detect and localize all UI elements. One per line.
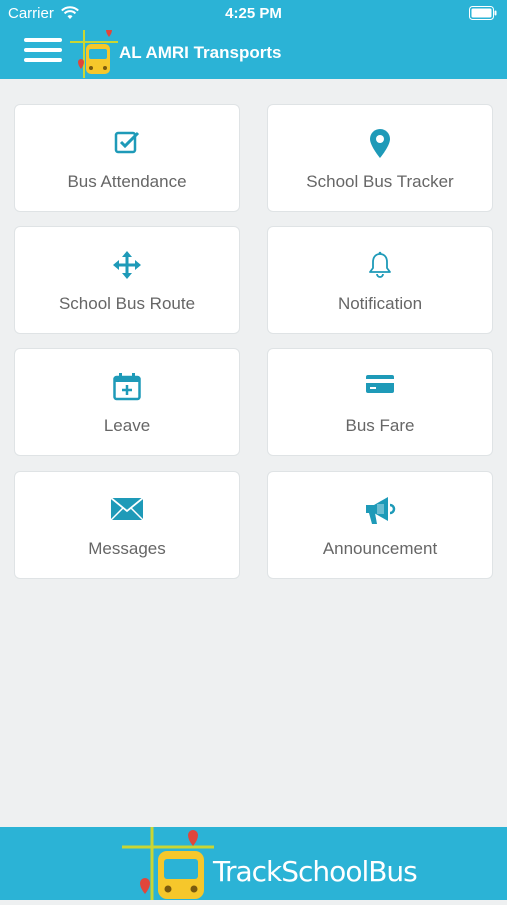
megaphone-icon (268, 496, 492, 526)
school-bus-logo (70, 27, 118, 83)
move-arrows-icon (15, 251, 239, 281)
tile-bus-fare[interactable]: Bus Fare (267, 348, 493, 456)
tile-school-bus-tracker[interactable]: School Bus Tracker (267, 104, 493, 212)
tile-bus-attendance[interactable]: Bus Attendance (14, 104, 240, 212)
status-time: 4:25 PM (225, 5, 282, 22)
footer-brand: TrackSchoolBus (213, 855, 418, 888)
tile-announcement[interactable]: Announcement (267, 471, 493, 579)
tile-label: School Bus Route (58, 294, 196, 313)
calendar-plus-icon (15, 373, 239, 403)
school-bus-logo (122, 827, 214, 905)
credit-card-icon (268, 373, 492, 403)
map-pin-icon (268, 129, 492, 159)
tile-label: School Bus Tracker (306, 172, 454, 191)
footer-banner: TrackSchoolBus (0, 827, 507, 900)
app-title: AL AMRI Transports (119, 43, 282, 62)
battery-icon (469, 6, 497, 25)
tile-leave[interactable]: Leave (14, 348, 240, 456)
tile-label: Leave (103, 416, 151, 435)
tile-messages[interactable]: Messages (14, 471, 240, 579)
tile-school-bus-route[interactable]: School Bus Route (14, 226, 240, 334)
hamburger-menu-icon[interactable] (24, 38, 62, 66)
tile-label: Notification (337, 294, 423, 313)
tile-label: Bus Fare (345, 416, 415, 435)
tile-notification[interactable]: Notification (267, 226, 493, 334)
checkbox-icon (15, 129, 239, 159)
tile-label: Messages (88, 539, 166, 558)
envelope-icon (15, 496, 239, 526)
tile-label: Announcement (322, 539, 438, 558)
bell-icon (268, 251, 492, 281)
app-header: Carrier 4:25 PM AL AMRI Transports (0, 0, 507, 79)
tile-label: Bus Attendance (67, 172, 187, 191)
